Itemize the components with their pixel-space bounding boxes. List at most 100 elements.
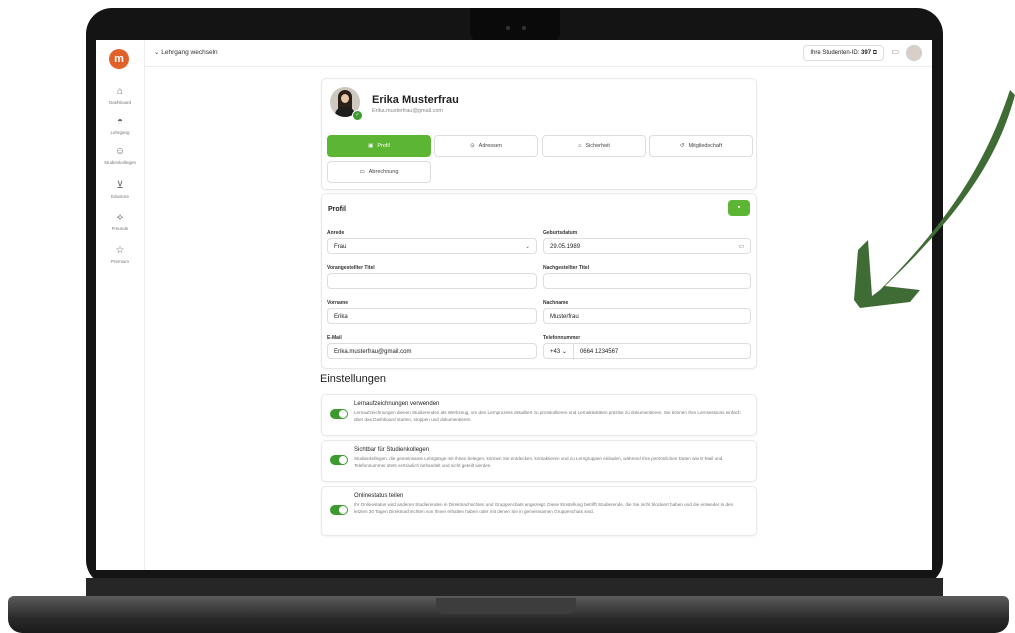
vorname-field[interactable]: Erika: [327, 308, 537, 324]
profile-name: Erika Musterfrau: [372, 94, 459, 106]
geburtsdatum-label: Geburtsdatum: [543, 230, 578, 236]
email-field[interactable]: Erika.musterfrau@gmail.com: [327, 343, 537, 359]
save-button[interactable]: ▪: [728, 200, 750, 216]
calendar-icon: ▭: [738, 244, 744, 250]
vorname-label: Vorname: [327, 300, 349, 306]
vorname-value: Erika: [334, 314, 348, 320]
lock-icon: ⌂: [578, 143, 582, 149]
email-label: E-Mail: [327, 335, 342, 341]
brand-logo[interactable]: m: [109, 49, 129, 69]
verified-icon: ✓: [352, 110, 363, 121]
telefon-value: 0664 1234567: [579, 349, 619, 355]
sidebar-item-studienkollegen[interactable]: ☺ Studienkollegen: [96, 146, 144, 165]
setting-card: Onlinestatus teilen Ihr Onlinestatus wir…: [321, 486, 757, 536]
camera-dot: [522, 26, 526, 30]
anrede-select[interactable]: Frau ⌄: [327, 238, 537, 254]
location-icon: ⊙: [470, 143, 475, 149]
setting-description: Studienkollegen, die gemeinsame Lehrgäng…: [354, 456, 723, 468]
history-icon: ↺: [679, 143, 685, 149]
chevron-down-icon: ⌄: [154, 49, 160, 56]
sidebar-item-label: Studienkollegen: [103, 160, 137, 165]
star-icon: ☆: [115, 245, 125, 256]
camera-dot: [506, 26, 510, 30]
onlinestatus-toggle[interactable]: [330, 505, 348, 515]
anrede-label: Anrede: [327, 230, 345, 236]
telefon-label: Telefonnummer: [543, 335, 581, 341]
nachname-label: Nachname: [543, 300, 569, 306]
course-switch[interactable]: ⌄ Lehrgang wechseln: [154, 48, 218, 56]
home-icon: ⌂: [116, 86, 124, 97]
setting-card: Lernaufzeichnungen verwenden Lernaufzeic…: [321, 394, 757, 436]
friends-icon: ⟡: [116, 212, 124, 223]
nachname-field[interactable]: Musterfrau: [543, 308, 751, 324]
email-value: Erika.musterfrau@gmail.com: [334, 349, 412, 355]
setting-title: Lernaufzeichnungen verwenden: [354, 401, 440, 407]
tab-label: Mitgliedschaft: [688, 143, 723, 149]
tab-mitgliedschaft[interactable]: ↺ Mitgliedschaft: [649, 135, 753, 157]
profile-email: Erika.musterfrau@gmail.com: [372, 108, 443, 114]
sidebar-item-lehrgang[interactable]: ◓ Lehrgang: [96, 116, 144, 135]
setting-title: Onlinestatus teilen: [354, 493, 404, 499]
camera-notch: [470, 8, 560, 42]
green-arrow-icon: [854, 90, 1015, 308]
country-code-select[interactable]: +43 ⌄: [550, 344, 574, 360]
app-screen: m ⌂ Dashboard ◓ Lehrgang ☺ Studienkolleg…: [96, 40, 932, 570]
tab-label: Adressen: [478, 143, 502, 149]
geburtsdatum-field[interactable]: 29.05.1989 ▭: [543, 238, 751, 254]
tab-profil[interactable]: ▣ Profil: [327, 135, 431, 157]
sidebar-item-edustore[interactable]: ⊻ Edustore: [96, 180, 144, 199]
sidebar-item-label: Edustore: [110, 194, 129, 199]
tab-label: Abrechnung: [368, 169, 399, 175]
anrede-value: Frau: [334, 244, 347, 250]
sichtbar-toggle[interactable]: [330, 455, 348, 465]
tab-adressen[interactable]: ⊙ Adressen: [434, 135, 538, 157]
laptop-groove: [436, 598, 576, 614]
sidebar-item-premium[interactable]: ☆ Premium: [96, 245, 144, 264]
id-card-icon: ▣: [368, 143, 374, 149]
setting-title: Sichtbar für Studienkollegen: [354, 447, 430, 453]
sidebar-item-freunde[interactable]: ⟡ Freunde: [96, 212, 144, 231]
form-title: Profil: [328, 206, 346, 213]
sidebar-item-label: Freunde: [111, 226, 129, 231]
sidebar-item-dashboard[interactable]: ⌂ Dashboard: [96, 86, 144, 105]
topbar: ⌄ Lehrgang wechseln Ihre Studenten-ID: 3…: [144, 40, 932, 67]
bag-icon: ◓: [116, 116, 124, 127]
users-icon: ☺: [114, 146, 126, 157]
chevron-down-icon: ⌄: [524, 244, 530, 250]
geburtsdatum-value: 29.05.1989: [550, 244, 581, 250]
student-id-badge[interactable]: Ihre Studenten-ID: 397 ⧉: [803, 45, 884, 61]
setting-description: Ihr Onlinestatus wird anderen Studierend…: [354, 502, 734, 514]
copy-icon: ⧉: [872, 50, 877, 56]
student-id-label: Ihre Studenten-ID:: [810, 50, 860, 56]
sidebar-item-label: Lehrgang: [110, 130, 130, 135]
save-icon: ▪: [737, 204, 741, 211]
user-avatar[interactable]: [906, 45, 922, 61]
tab-abrechnung[interactable]: ▭ Abrechnung: [327, 161, 431, 183]
vortitel-label: Vorangestellter Titel: [327, 265, 375, 271]
cart-icon: ⊻: [116, 180, 124, 191]
lernaufzeichnungen-toggle[interactable]: [330, 409, 348, 419]
settings-heading: Einstellungen: [320, 373, 387, 385]
laptop-hinge: [86, 578, 943, 598]
nachtitel-field[interactable]: [543, 273, 751, 289]
tab-label: Profil: [377, 143, 390, 149]
country-code-value: +43: [550, 349, 561, 355]
sidebar-item-label: Dashboard: [108, 100, 131, 105]
student-id-value: 397: [861, 50, 872, 56]
tab-label: Sicherheit: [585, 143, 610, 149]
course-switch-label: Lehrgang wechseln: [161, 49, 218, 56]
telefon-field[interactable]: +43 ⌄ 0664 1234567: [543, 343, 751, 360]
nachname-value: Musterfrau: [550, 314, 579, 320]
sidebar-item-label: Premium: [110, 259, 129, 264]
invoice-icon: ▭: [359, 169, 365, 175]
profile-header-card: ✓ Erika Musterfrau Erika.musterfrau@gmai…: [321, 78, 757, 190]
tab-sicherheit[interactable]: ⌂ Sicherheit: [542, 135, 646, 157]
setting-card: Sichtbar für Studienkollegen Studienkoll…: [321, 440, 757, 482]
profile-form-card: Profil ▪ Anrede Frau ⌄ Geburtsdatum 29.0…: [321, 193, 757, 369]
sidebar: m ⌂ Dashboard ◓ Lehrgang ☺ Studienkolleg…: [96, 40, 145, 570]
vortitel-field[interactable]: [327, 273, 537, 289]
nachtitel-label: Nachgestellter Titel: [543, 265, 590, 271]
setting-description: Lernaufzeichnungen dienen Studierenden a…: [354, 410, 741, 422]
chat-icon[interactable]: ▭: [891, 47, 899, 56]
chevron-down-icon: ⌄: [561, 349, 567, 355]
